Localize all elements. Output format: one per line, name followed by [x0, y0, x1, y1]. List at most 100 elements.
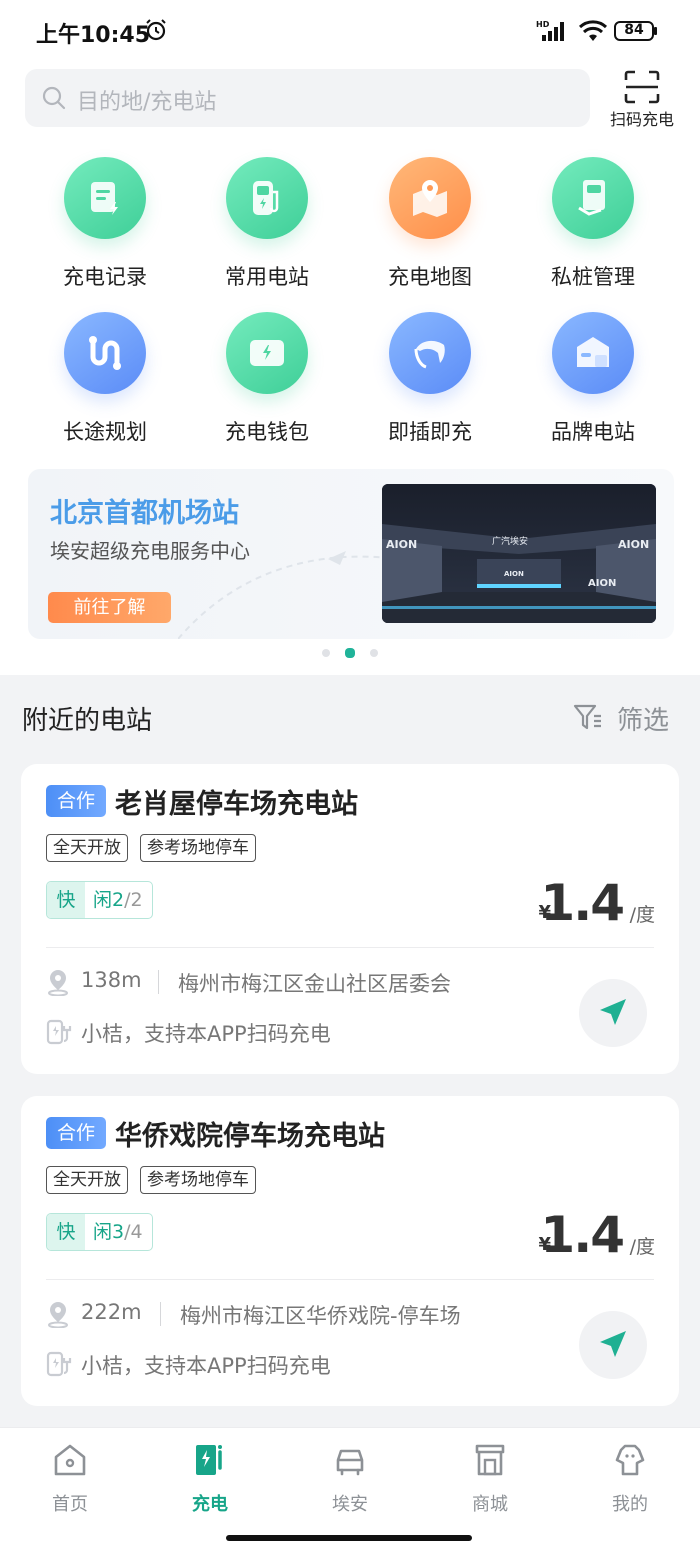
wall-charger-icon [578, 180, 605, 216]
station-name: 华侨戏院停车场充电站 [115, 1121, 385, 1152]
charge-record-icon [91, 182, 118, 215]
svg-text:HD: HD [536, 20, 550, 29]
location-icon [48, 970, 68, 996]
quick-action-label: 品牌电站 [551, 420, 635, 444]
quick-action-icon-bg [389, 157, 471, 239]
idle-count: 闲2/2 [93, 889, 143, 911]
carousel-dot-active [345, 648, 355, 658]
brand-station-icon [577, 337, 609, 367]
banner-image-brand: AION [588, 578, 616, 589]
tab-label: 首页 [52, 1494, 88, 1515]
charger-operator-icon [46, 1351, 72, 1377]
station-tag: 参考场地停车 [140, 1166, 256, 1194]
quick-action-icon-bg [389, 312, 471, 394]
quick-action-label: 常用电站 [225, 265, 309, 289]
quick-action-icon-bg [226, 312, 308, 394]
banner-image-brand: AION [386, 538, 417, 551]
plug-icon [414, 340, 445, 369]
alarm-icon [146, 19, 166, 41]
tab-label: 埃安 [332, 1494, 368, 1515]
quick-action-route-plan[interactable]: 长途规划 [24, 312, 186, 462]
station-distance: 222m [81, 1300, 142, 1324]
station-tag: 全天开放 [46, 1166, 128, 1194]
tab-label: 充电 [192, 1494, 228, 1515]
tab-label: 我的 [612, 1494, 648, 1515]
cooperation-badge: 合作 [46, 785, 106, 817]
price: ¥ 1.4 /度 [515, 1206, 655, 1264]
station-tag: 参考场地停车 [140, 834, 256, 862]
store-icon [475, 1444, 505, 1476]
map-pin-icon [413, 180, 447, 217]
separator [160, 1302, 161, 1326]
home-icon [54, 1444, 86, 1476]
wifi-icon [578, 20, 608, 41]
promo-banner[interactable]: 北京首都机场站 埃安超级充电服务中心 前往了解 AION AION AION A… [28, 469, 674, 639]
charge-icon [196, 1445, 222, 1475]
carousel-dot [370, 649, 378, 657]
fast-charge-label: 快 [47, 1214, 85, 1250]
tab-aion[interactable]: 埃安 [280, 1438, 420, 1528]
carousel-dot [322, 649, 330, 657]
station-card[interactable]: 合作 老肖屋停车场充电站 全天开放 参考场地停车 快 闲2/2 ¥ 1.4 /度… [21, 764, 679, 1074]
station-tag: 全天开放 [46, 834, 128, 862]
operator-note: 小桔，支持本APP扫码充电 [81, 1354, 331, 1378]
quick-action-label: 即插即充 [388, 420, 472, 444]
banner-cta-button[interactable]: 前往了解 [48, 592, 171, 623]
separator [158, 970, 159, 994]
card-divider [46, 947, 654, 948]
quick-action-icon-bg [552, 312, 634, 394]
quick-action-label: 长途规划 [63, 420, 147, 444]
quick-action-plug-and-charge[interactable]: 即插即充 [349, 312, 511, 462]
search-input[interactable]: 目的地/充电站 [25, 69, 590, 127]
nearby-section-title: 附近的电站 [22, 706, 153, 736]
quick-action-charge-record[interactable]: 充电记录 [24, 157, 186, 307]
cooperation-badge: 合作 [46, 1117, 106, 1149]
car-icon [336, 1449, 364, 1476]
banner-image-brand: AION [504, 570, 524, 578]
quick-action-private-pile[interactable]: 私桩管理 [512, 157, 674, 307]
filter-label: 筛选 [617, 706, 670, 736]
charger-operator-icon [46, 1019, 72, 1045]
tab-store[interactable]: 商城 [420, 1438, 560, 1528]
banner-title: 北京首都机场站 [50, 498, 239, 529]
idle-count: 闲3/4 [93, 1221, 143, 1243]
quick-action-brand-stations[interactable]: 品牌电站 [512, 312, 674, 462]
search-placeholder: 目的地/充电站 [77, 90, 217, 115]
price-unit: /度 [629, 1236, 655, 1258]
banner-image-brand: AION [618, 538, 649, 551]
location-icon [48, 1302, 68, 1328]
navigate-button[interactable] [579, 1311, 647, 1379]
quick-action-icon-bg [64, 157, 146, 239]
operator-note: 小桔，支持本APP扫码充电 [81, 1022, 331, 1046]
price: ¥ 1.4 /度 [515, 874, 655, 932]
fast-charge-label: 快 [47, 882, 85, 918]
quick-action-icon-bg [226, 157, 308, 239]
card-divider [46, 1279, 654, 1280]
navigate-arrow-icon [600, 999, 626, 1025]
quick-action-favorite-stations[interactable]: 常用电站 [186, 157, 348, 307]
route-icon [89, 336, 121, 370]
banner-image: AION AION AION AION 广汽埃安 [382, 484, 656, 623]
navigate-button[interactable] [579, 979, 647, 1047]
filter-button[interactable]: 筛选 [573, 700, 677, 736]
banner-image-sign: 广汽埃安 [492, 535, 528, 547]
status-time: 上午10:45 [36, 23, 151, 48]
battery-level: 84 [624, 22, 644, 38]
charging-pile-icon [253, 181, 279, 215]
tab-charge[interactable]: 充电 [140, 1438, 280, 1528]
tab-home[interactable]: 首页 [0, 1438, 140, 1528]
scan-icon [624, 70, 660, 104]
station-card[interactable]: 合作 华侨戏院停车场充电站 全天开放 参考场地停车 快 闲3/4 ¥ 1.4 /… [21, 1096, 679, 1406]
price-value: 1.4 [540, 1206, 625, 1264]
filter-icon [573, 704, 601, 730]
quick-action-wallet[interactable]: 充电钱包 [186, 312, 348, 462]
quick-action-label: 私桩管理 [551, 265, 635, 289]
wallet-icon [250, 340, 284, 366]
tab-profile[interactable]: 我的 [560, 1438, 700, 1528]
quick-action-label: 充电地图 [388, 265, 472, 289]
scan-charge-button[interactable]: 扫码充电 [604, 70, 680, 130]
quick-action-icon-bg [64, 312, 146, 394]
station-address: 梅州市梅江区华侨戏院-停车场 [180, 1304, 461, 1328]
quick-action-charge-map[interactable]: 充电地图 [349, 157, 511, 307]
search-icon [42, 86, 66, 110]
